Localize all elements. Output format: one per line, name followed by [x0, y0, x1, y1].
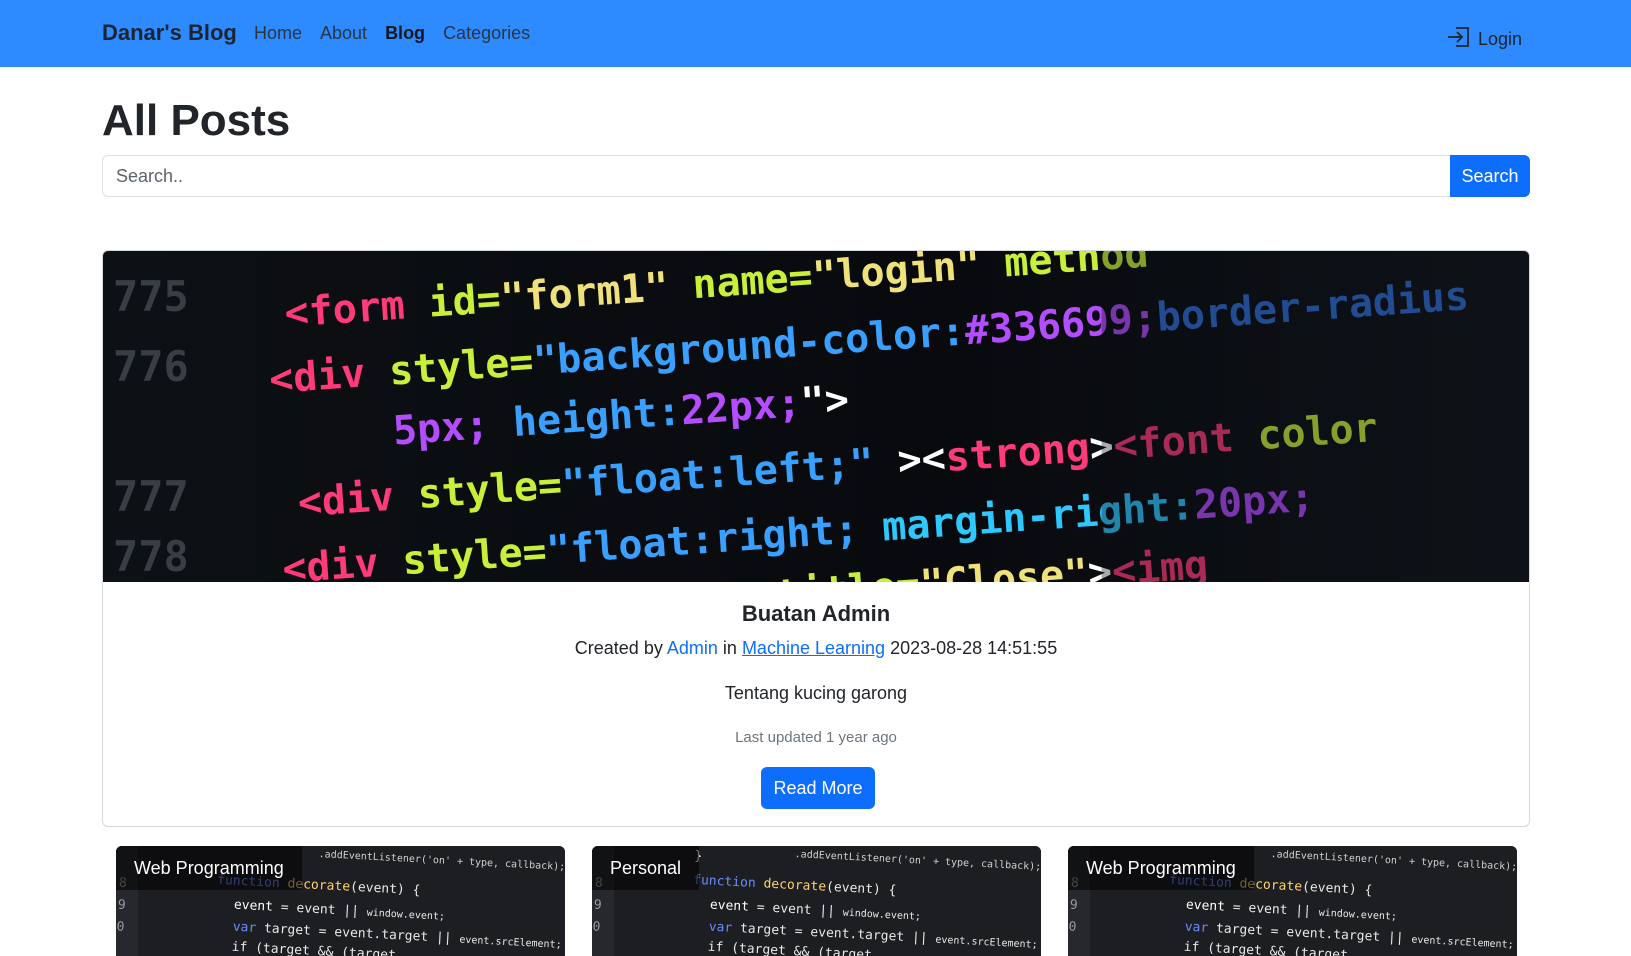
login-icon — [1446, 25, 1472, 54]
nav-links: Home About Blog Categories — [254, 23, 530, 44]
navbar: Danar's Blog Home About Blog Categories … — [0, 0, 1631, 67]
svg-text:0: 0 — [1068, 920, 1077, 935]
login-link[interactable]: Login — [1446, 25, 1522, 54]
post-card[interactable]: 8 9 0 .addEventListener('on' + type, cal… — [592, 846, 1041, 956]
post-meta: Created by Admin in Machine Learning 202… — [103, 638, 1529, 659]
featured-post-image: 775 776 777 778 <form id="form1" name="l… — [103, 251, 1529, 582]
post-card[interactable]: 8 9 0 .addEventListener('on' + type, cal… — [1068, 846, 1517, 956]
category-badge: Web Programming — [1068, 846, 1254, 890]
svg-text:777: 777 — [113, 472, 189, 521]
category-badge: Personal — [592, 846, 700, 890]
svg-text:778: 778 — [113, 532, 189, 581]
post-card[interactable]: 8 9 0 .addEventListener('on' + type, cal… — [116, 846, 565, 956]
post-timestamp: 2023-08-28 14:51:55 — [890, 638, 1058, 658]
post-updated: Last updated 1 year ago — [735, 729, 897, 746]
login-label: Login — [1478, 29, 1523, 49]
post-title[interactable]: Buatan Admin — [103, 601, 1529, 627]
nav-link-blog[interactable]: Blog — [385, 23, 425, 44]
svg-text:9: 9 — [1069, 898, 1078, 913]
nav-link-home[interactable]: Home — [254, 23, 302, 44]
nav-link-categories[interactable]: Categories — [443, 23, 530, 44]
search-button[interactable]: Search — [1450, 155, 1530, 197]
search-input[interactable] — [102, 155, 1450, 197]
category-link[interactable]: Machine Learning — [742, 638, 885, 658]
nav-link-about[interactable]: About — [320, 23, 367, 44]
svg-text:0: 0 — [116, 920, 125, 935]
svg-text:9: 9 — [593, 898, 602, 913]
post-excerpt: Tentang kucing garong — [724, 683, 908, 703]
read-more-button[interactable]: Read More — [761, 767, 875, 809]
brand-logo[interactable]: Danar's Blog — [102, 20, 237, 46]
meta-prefix: Created by — [574, 638, 663, 658]
meta-in: in — [722, 638, 737, 658]
svg-text:776: 776 — [113, 342, 189, 391]
search-form: Search — [102, 155, 1530, 197]
svg-text:9: 9 — [117, 898, 126, 913]
svg-text:0: 0 — [592, 920, 601, 935]
author-link[interactable]: Admin — [667, 638, 718, 658]
featured-post-card: 775 776 777 778 <form id="form1" name="l… — [102, 250, 1530, 827]
category-badge: Web Programming — [116, 846, 302, 890]
svg-text:775: 775 — [113, 272, 189, 321]
page-title: All Posts — [102, 96, 291, 145]
